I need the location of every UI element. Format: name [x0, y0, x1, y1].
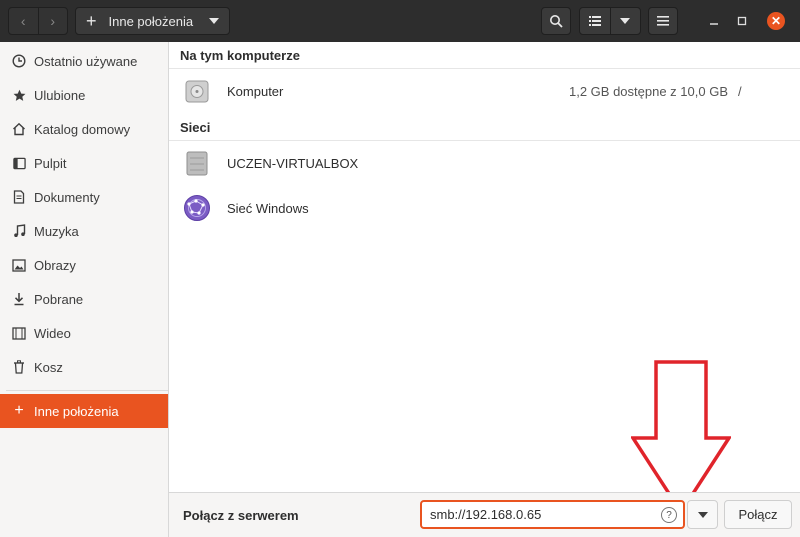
- menu-button[interactable]: [648, 7, 678, 35]
- help-icon[interactable]: ?: [661, 507, 677, 523]
- sidebar-item-music[interactable]: Muzyka: [0, 214, 168, 248]
- sidebar-item-starred[interactable]: Ulubione: [0, 78, 168, 112]
- minimize-icon: [710, 23, 718, 25]
- close-icon: ✕: [770, 14, 782, 28]
- view-options: [579, 7, 641, 35]
- sidebar-item-label: Dokumenty: [34, 189, 100, 205]
- maximize-icon: [737, 16, 747, 26]
- location-row-network[interactable]: Sieć Windows: [169, 188, 800, 228]
- server-icon: [183, 149, 211, 177]
- list-view-icon: [588, 16, 601, 26]
- sidebar-item-label: Katalog domowy: [34, 121, 131, 137]
- close-button[interactable]: ✕: [767, 12, 785, 30]
- location-path-button[interactable]: + Inne położenia: [75, 7, 230, 35]
- desktop-icon: [11, 157, 27, 170]
- star-icon: [11, 89, 27, 102]
- server-address-field: ?: [420, 500, 685, 529]
- sidebar-item-label: Inne położenia: [34, 403, 119, 419]
- sidebar-item-documents[interactable]: Dokumenty: [0, 180, 168, 214]
- caret-down-icon: [697, 511, 708, 518]
- document-icon: [11, 190, 27, 204]
- section-divider: [169, 68, 800, 69]
- location-row-network[interactable]: UCZEN-VIRTUALBOX: [169, 143, 800, 183]
- section-header-networks: Sieci: [180, 120, 211, 135]
- section-divider: [169, 140, 800, 141]
- forward-button[interactable]: ›: [37, 8, 68, 34]
- chevron-right-icon: ›: [50, 13, 56, 29]
- sidebar-item-label: Wideo: [34, 325, 71, 341]
- sidebar-item-trash[interactable]: Kosz: [0, 350, 168, 384]
- connect-to-server-label: Połącz z serwerem: [183, 508, 299, 523]
- hamburger-icon: [657, 16, 669, 26]
- search-button[interactable]: [541, 7, 571, 35]
- sidebar-separator: [6, 390, 168, 391]
- trash-icon: [11, 360, 27, 374]
- sidebar-item-desktop[interactable]: Pulpit: [0, 146, 168, 180]
- location-row-computer[interactable]: Komputer 1,2 GB dostępne z 10,0 GB /: [169, 71, 800, 111]
- sidebar-item-label: Obrazy: [34, 257, 76, 273]
- sidebar-item-label: Ostatnio używane: [34, 53, 138, 69]
- network-globe-icon: [183, 194, 211, 222]
- hard-drive-icon: [183, 77, 211, 105]
- sidebar-item-downloads[interactable]: Pobrane: [0, 282, 168, 316]
- sidebar-item-label: Muzyka: [34, 223, 79, 239]
- plus-icon: +: [14, 402, 24, 419]
- sidebar-item-pictures[interactable]: Obrazy: [0, 248, 168, 282]
- caret-down-icon: [209, 18, 219, 24]
- video-icon: [11, 326, 27, 340]
- plus-icon: +: [86, 11, 97, 31]
- image-icon: [11, 258, 27, 272]
- server-address-input[interactable]: [428, 506, 662, 523]
- sidebar-item-label: Ulubione: [34, 87, 86, 103]
- connect-to-server-bar: Połącz z serwerem ? Połącz: [169, 492, 800, 537]
- back-button[interactable]: ‹: [9, 8, 38, 34]
- caret-down-icon: [620, 18, 631, 24]
- header-bar: ‹ › + Inne położenia ✕: [0, 0, 800, 42]
- sidebar-item-home[interactable]: Katalog domowy: [0, 112, 168, 146]
- view-options-dropdown[interactable]: [609, 8, 641, 34]
- recent-servers-dropdown[interactable]: [687, 500, 718, 529]
- home-icon: [11, 122, 27, 136]
- location-name: Komputer: [227, 83, 284, 99]
- disk-space-info: 1,2 GB dostępne z 10,0 GB: [569, 83, 728, 99]
- sidebar-item-recent[interactable]: Ostatnio używane: [0, 44, 168, 78]
- sidebar: Ostatnio używane Ulubione Katalog domowy…: [0, 42, 169, 537]
- locations-view: Na tym komputerze Komputer 1,2 GB dostęp…: [169, 42, 800, 516]
- sidebar-item-label: Pulpit: [34, 155, 67, 171]
- sidebar-item-label: Kosz: [34, 359, 63, 375]
- download-icon: [11, 292, 27, 306]
- sidebar-item-videos[interactable]: Wideo: [0, 316, 168, 350]
- file-manager-window: ‹ › + Inne położenia ✕ Ostatnio używane …: [0, 0, 800, 537]
- location-name: Sieć Windows: [227, 200, 309, 216]
- connect-button[interactable]: Połącz: [724, 500, 792, 529]
- music-icon: [11, 224, 27, 238]
- search-icon: [550, 15, 563, 28]
- chevron-left-icon: ‹: [20, 13, 26, 29]
- navigation-buttons: ‹ ›: [8, 7, 68, 35]
- clock-icon: [11, 54, 27, 68]
- mount-path: /: [738, 83, 742, 99]
- location-path-label: Inne położenia: [108, 13, 194, 29]
- section-header-this-computer: Na tym komputerze: [180, 48, 300, 63]
- sidebar-item-label: Pobrane: [34, 291, 84, 307]
- minimize-button[interactable]: [705, 12, 723, 30]
- list-view-button[interactable]: [580, 8, 610, 34]
- location-name: UCZEN-VIRTUALBOX: [227, 155, 359, 171]
- sidebar-item-other-locations[interactable]: + Inne położenia: [0, 394, 168, 428]
- maximize-button[interactable]: [733, 12, 751, 30]
